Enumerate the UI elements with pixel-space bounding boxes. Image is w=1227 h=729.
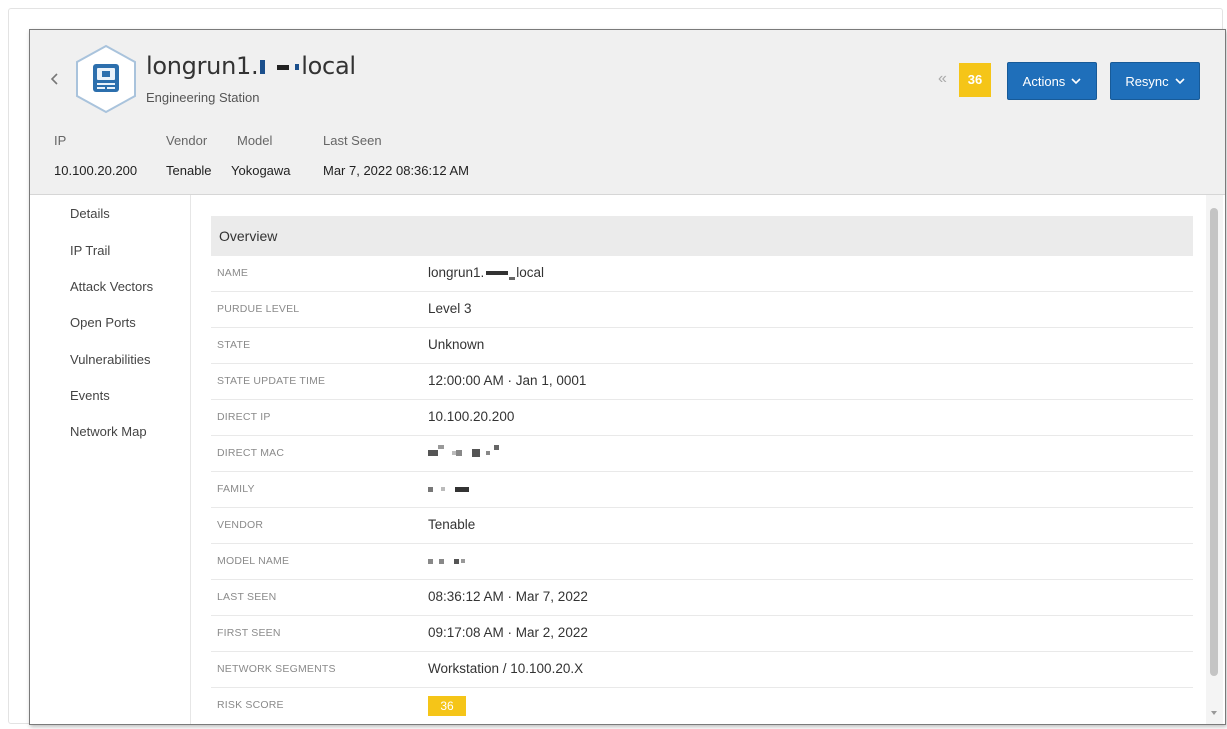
actions-button[interactable]: Actions xyxy=(1007,62,1097,100)
redacted-mac-value xyxy=(428,445,499,460)
row-label: Direct IP xyxy=(217,411,271,423)
row-label: State Update Time xyxy=(217,375,326,387)
row-value: 12:00:00 AM · Jan 1, 0001 xyxy=(428,373,587,388)
redacted-block xyxy=(260,60,266,74)
table-row: Network Segments Workstation / 10.100.20… xyxy=(211,652,1193,688)
resync-button[interactable]: Resync xyxy=(1110,62,1200,100)
row-value: Level 3 xyxy=(428,301,472,316)
ip-label: IP xyxy=(54,133,67,148)
table-row: Direct IP 10.100.20.200 xyxy=(211,400,1193,436)
asset-title: longrun1. local xyxy=(146,52,356,80)
redacted-block xyxy=(295,64,300,70)
row-value: Tenable xyxy=(428,517,476,532)
row-label: Network Segments xyxy=(217,663,336,675)
row-label: Model Name xyxy=(217,555,290,567)
row-value: 09:17:08 AM · Mar 2, 2022 xyxy=(428,625,588,640)
sidebar-item-ip-trail[interactable]: IP Trail xyxy=(70,243,110,258)
chevron-down-icon xyxy=(1071,78,1081,85)
table-row: First Seen 09:17:08 AM · Mar 2, 2022 xyxy=(211,616,1193,652)
page-container: longrun1. local Engineering Station IP Ve… xyxy=(8,8,1226,725)
risk-score-badge: 36 xyxy=(959,63,991,97)
row-label: State xyxy=(217,339,251,351)
redacted-block xyxy=(509,277,516,280)
row-value: 08:36:12 AM · Mar 7, 2022 xyxy=(428,589,588,604)
row-label: Risk Score xyxy=(217,699,284,711)
name-prefix: longrun1. xyxy=(428,265,485,280)
table-row: State Unknown xyxy=(211,328,1193,364)
asset-type-label: Engineering Station xyxy=(146,90,260,105)
sidebar-item-vulnerabilities[interactable]: Vulnerabilities xyxy=(70,352,150,367)
redacted-block xyxy=(486,271,509,276)
sidebar-item-events[interactable]: Events xyxy=(70,388,110,403)
table-row: Name longrun1. local xyxy=(211,256,1193,292)
sidebar-item-attack-vectors[interactable]: Attack Vectors xyxy=(70,279,153,294)
sidebar-item-network-map[interactable]: Network Map xyxy=(70,424,147,439)
table-row: Purdue Level Level 3 xyxy=(211,292,1193,328)
ip-value: 10.100.20.200 xyxy=(54,163,138,178)
row-value: longrun1. local xyxy=(428,265,544,280)
computer-icon xyxy=(93,64,119,92)
chevron-down-icon xyxy=(1175,78,1185,85)
row-label: Vendor xyxy=(217,519,264,531)
risk-score-chip: 36 xyxy=(428,696,466,716)
double-chevron-left-icon[interactable]: « xyxy=(938,70,947,88)
asset-name-prefix: longrun1. xyxy=(146,52,259,80)
redacted-family-value xyxy=(428,481,469,496)
row-value: 10.100.20.200 xyxy=(428,409,515,424)
vendor-value: Tenable xyxy=(166,163,212,178)
table-row: Direct MAC xyxy=(211,436,1193,472)
table-row: Risk Score 36 xyxy=(211,688,1193,724)
scrollbar-thumb[interactable] xyxy=(1210,208,1218,676)
model-value: Yokogawa xyxy=(231,163,291,178)
row-label: Name xyxy=(217,267,249,279)
scroll-down-arrow-icon[interactable] xyxy=(1211,710,1217,716)
redacted-block xyxy=(277,64,290,70)
row-value: Workstation / 10.100.20.X xyxy=(428,661,584,676)
row-label: Direct MAC xyxy=(217,447,285,459)
table-row: Last Seen 08:36:12 AM · Mar 7, 2022 xyxy=(211,580,1193,616)
table-row: Vendor Tenable xyxy=(211,508,1193,544)
row-value: Unknown xyxy=(428,337,485,352)
sidebar-item-details[interactable]: Details xyxy=(70,206,110,221)
table-row: Family xyxy=(211,472,1193,508)
model-label: Model xyxy=(237,133,273,148)
table-row: Model Name xyxy=(211,544,1193,580)
last-seen-value: Mar 7, 2022 08:36:12 AM xyxy=(323,163,469,178)
table-row: State Update Time 12:00:00 AM · Jan 1, 0… xyxy=(211,364,1193,400)
resync-button-label: Resync xyxy=(1125,73,1169,89)
asset-details-panel: longrun1. local Engineering Station IP Ve… xyxy=(29,29,1226,725)
actions-button-label: Actions xyxy=(1022,73,1066,89)
sidebar-nav: Details IP Trail Attack Vectors Open Por… xyxy=(30,195,191,724)
overview-section-title: Overview xyxy=(211,216,1193,256)
row-label: Family xyxy=(217,483,255,495)
row-label: Last Seen xyxy=(217,591,277,603)
name-suffix: local xyxy=(516,265,545,280)
asset-header: longrun1. local Engineering Station IP Ve… xyxy=(30,30,1225,195)
vendor-label: Vendor xyxy=(166,133,208,148)
sidebar-item-open-ports[interactable]: Open Ports xyxy=(70,315,136,330)
last-seen-label: Last Seen xyxy=(323,133,382,148)
asset-name-suffix: local xyxy=(301,52,356,80)
redacted-model-value xyxy=(428,553,465,568)
row-label: Purdue Level xyxy=(217,303,300,315)
chevron-left-icon[interactable] xyxy=(48,70,60,88)
row-label: First Seen xyxy=(217,627,281,639)
